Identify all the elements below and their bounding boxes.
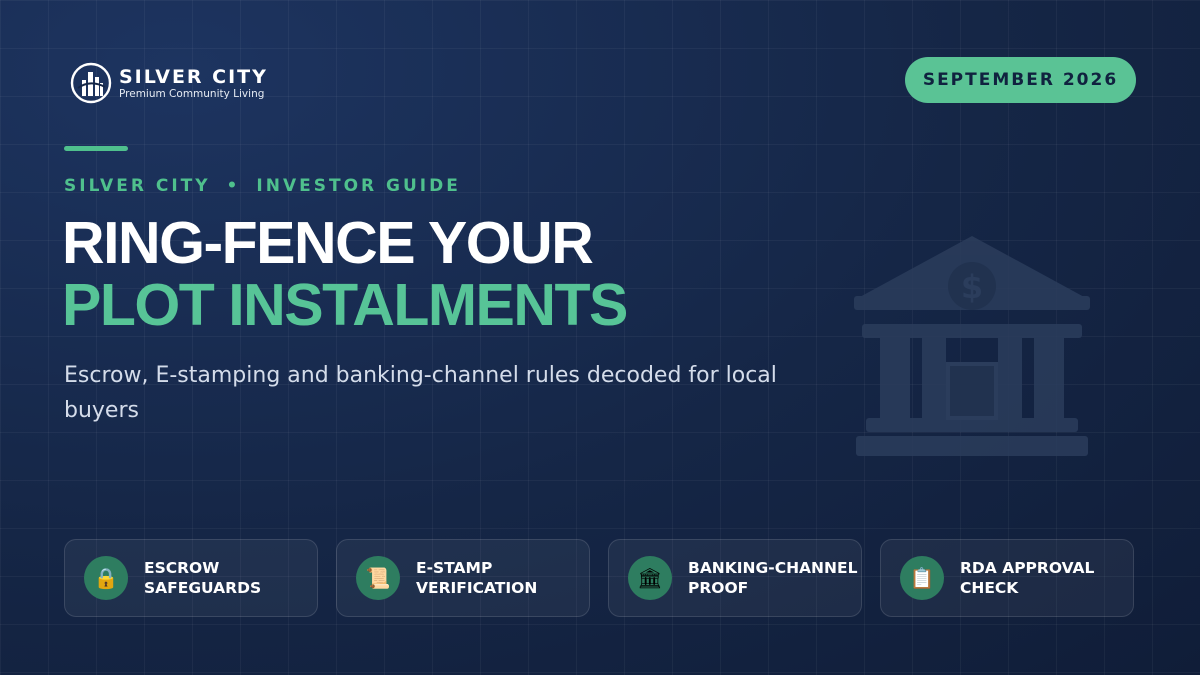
headline-line-1: RING-FENCE YOUR	[62, 210, 594, 276]
brand-tagline: Premium Community Living	[119, 87, 265, 100]
scroll-icon: 📜	[356, 556, 400, 600]
feature-label: BANKING-CHANNEL PROOF	[688, 559, 858, 597]
banner: SILVER CITY Premium Community Living SEP…	[0, 0, 1200, 675]
brand-logo[interactable]: SILVER CITY Premium Community Living	[70, 62, 268, 104]
lock-icon: 🔒	[84, 556, 128, 600]
kicker-topic: INVESTOR GUIDE	[256, 176, 461, 196]
svg-text:$: $	[961, 268, 983, 306]
feature-card-banking[interactable]: 🏛 BANKING-CHANNEL PROOF	[608, 539, 862, 617]
bank-watermark-icon: $	[854, 236, 1090, 456]
feature-label: ESCROW SAFEGUARDS	[144, 559, 262, 597]
bank-icon: 🏛	[628, 556, 672, 600]
kicker-brand: SILVER CITY	[64, 176, 211, 196]
brand-name: SILVER CITY	[119, 65, 268, 88]
feature-cards: 🔒 ESCROW SAFEGUARDS 📜 E-STAMP VERIFICATI…	[64, 539, 1134, 617]
feature-card-rda[interactable]: 📋 RDA APPROVAL CHECK	[880, 539, 1134, 617]
feature-label: E-STAMP VERIFICATION	[416, 559, 538, 597]
clipboard-icon: 📋	[900, 556, 944, 600]
feature-card-escrow[interactable]: 🔒 ESCROW SAFEGUARDS	[64, 539, 318, 617]
headline: RING-FENCE YOUR PLOT INSTALMENTS	[62, 210, 628, 338]
subheadline: Escrow, E-stamping and banking-channel r…	[64, 363, 777, 423]
feature-label: RDA APPROVAL CHECK	[960, 559, 1095, 597]
kicker-separator: •	[226, 176, 241, 196]
kicker: SILVER CITY • INVESTOR GUIDE	[64, 176, 461, 196]
date-badge: SEPTEMBER 2026	[905, 57, 1136, 103]
feature-card-estamp[interactable]: 📜 E-STAMP VERIFICATION	[336, 539, 590, 617]
headline-line-2: PLOT INSTALMENTS	[62, 272, 628, 338]
accent-bar	[64, 146, 128, 151]
city-skyline-logo-icon	[70, 62, 112, 104]
